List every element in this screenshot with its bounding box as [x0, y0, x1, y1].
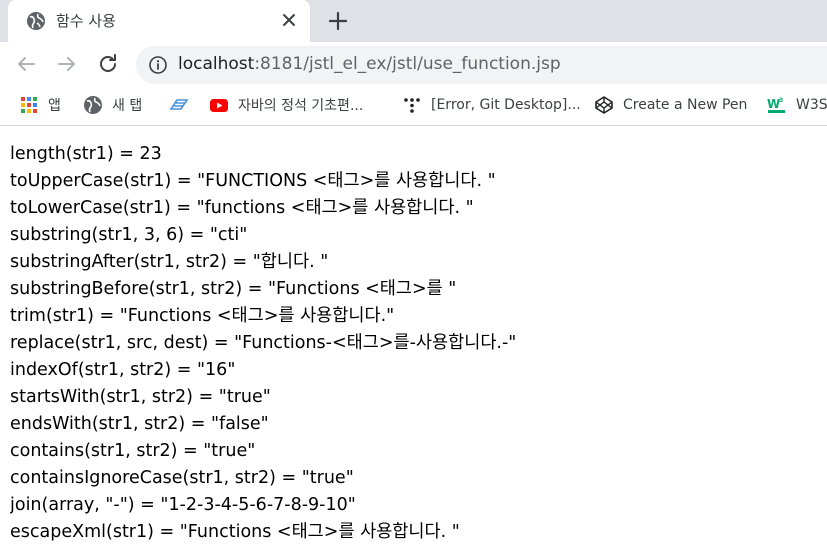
tab-title: 함수 사용	[56, 12, 116, 30]
output-line-index-of: indexOf(str1, str2) = "16"	[10, 360, 236, 380]
output-line-ends-with: endsWith(str1, str2) = "false"	[10, 414, 269, 434]
info-circle-icon[interactable]	[148, 55, 168, 75]
output-line-to-lower-case: toLowerCase(str1) = "functions <태그>를 사용합…	[10, 198, 474, 218]
output-line-trim: trim(str1) = "Functions <태그>를 사용합니다."	[10, 306, 395, 326]
output-line-substring-before: substringBefore(str1, str2) = "Functions…	[10, 279, 457, 299]
bookmark-w3schools[interactable]: W 3 W3S	[767, 94, 827, 116]
arrow-left-icon[interactable]	[14, 52, 38, 76]
plus-icon[interactable]	[326, 9, 350, 33]
output-line-substring-after: substringAfter(str1, str2) = "합니다. "	[10, 252, 329, 272]
bookmark-new-tab[interactable]: 새 탭	[83, 94, 142, 116]
bookmark-label: Create a New Pen	[623, 97, 748, 113]
output-line-replace: replace(str1, src, dest) = "Functions-<태…	[10, 333, 517, 353]
bookmark-codepen[interactable]: Create a New Pen	[594, 94, 747, 116]
bookmark-label: 앱	[48, 98, 61, 114]
output-line-contains-ignore-case: containsIgnoreCase(str1, str2) = "true"	[10, 468, 354, 488]
bookmarks-bar: 앱 새 탭 자바의 정석 기초편... [Error, Git Desktop]…	[0, 86, 827, 126]
reload-icon[interactable]	[96, 52, 120, 76]
globe-icon	[84, 96, 102, 114]
w3schools-icon: W 3	[767, 97, 785, 113]
globe-icon	[27, 12, 45, 30]
browser-toolbar: localhost:8181/jstl_el_ex/jstl/use_funct…	[0, 42, 827, 86]
output-line-join: join(array, "-") = "1-2-3-4-5-6-7-8-9-10…	[10, 495, 356, 515]
bookmark-label: [Error, Git Desktop]...	[431, 97, 581, 113]
blue-wing-icon	[169, 99, 189, 110]
url-host: localhost	[178, 54, 255, 74]
url-text: localhost:8181/jstl_el_ex/jstl/use_funct…	[178, 54, 561, 74]
apps-grid-icon	[21, 97, 37, 113]
output-line-contains: contains(str1, str2) = "true"	[10, 441, 256, 461]
bookmark-label: 자바의 정석 기초편...	[238, 98, 364, 114]
url-path: :8181/jstl_el_ex/jstl/use_function.jsp	[254, 54, 561, 74]
bookmark-git-desktop[interactable]: [Error, Git Desktop]...	[402, 94, 581, 116]
output-line-substring: substring(str1, 3, 6) = "cti"	[10, 225, 248, 245]
youtube-icon	[210, 99, 228, 112]
tab-strip: 함수 사용	[0, 0, 827, 42]
bookmark-java-course[interactable]: 자바의 정석 기초편...	[209, 94, 363, 116]
output-line-escape-xml: escapeXml(str1) = "Functions <태그>를 사용합니다…	[10, 522, 460, 542]
codepen-icon	[595, 96, 613, 114]
arrow-right-icon[interactable]	[55, 52, 79, 76]
bookmark-apps[interactable]: 앱	[19, 94, 61, 116]
bookmark-label: 새 탭	[112, 98, 143, 114]
output-line-to-upper-case: toUpperCase(str1) = "FUNCTIONS <태그>를 사용합…	[10, 171, 496, 191]
svg-text:3: 3	[779, 97, 783, 104]
bookmark-wing[interactable]	[169, 94, 198, 116]
output-line-length: length(str1) = 23	[10, 144, 162, 164]
page-content: length(str1) = 23 toUpperCase(str1) = "F…	[10, 141, 825, 546]
address-bar[interactable]: localhost:8181/jstl_el_ex/jstl/use_funct…	[136, 46, 827, 84]
close-icon[interactable]	[278, 9, 300, 31]
dots-logo-icon	[404, 98, 420, 113]
browser-tab[interactable]: 함수 사용	[8, 0, 310, 42]
output-line-starts-with: startsWith(str1, str2) = "true"	[10, 387, 271, 407]
bookmark-label: W3S	[796, 97, 827, 113]
